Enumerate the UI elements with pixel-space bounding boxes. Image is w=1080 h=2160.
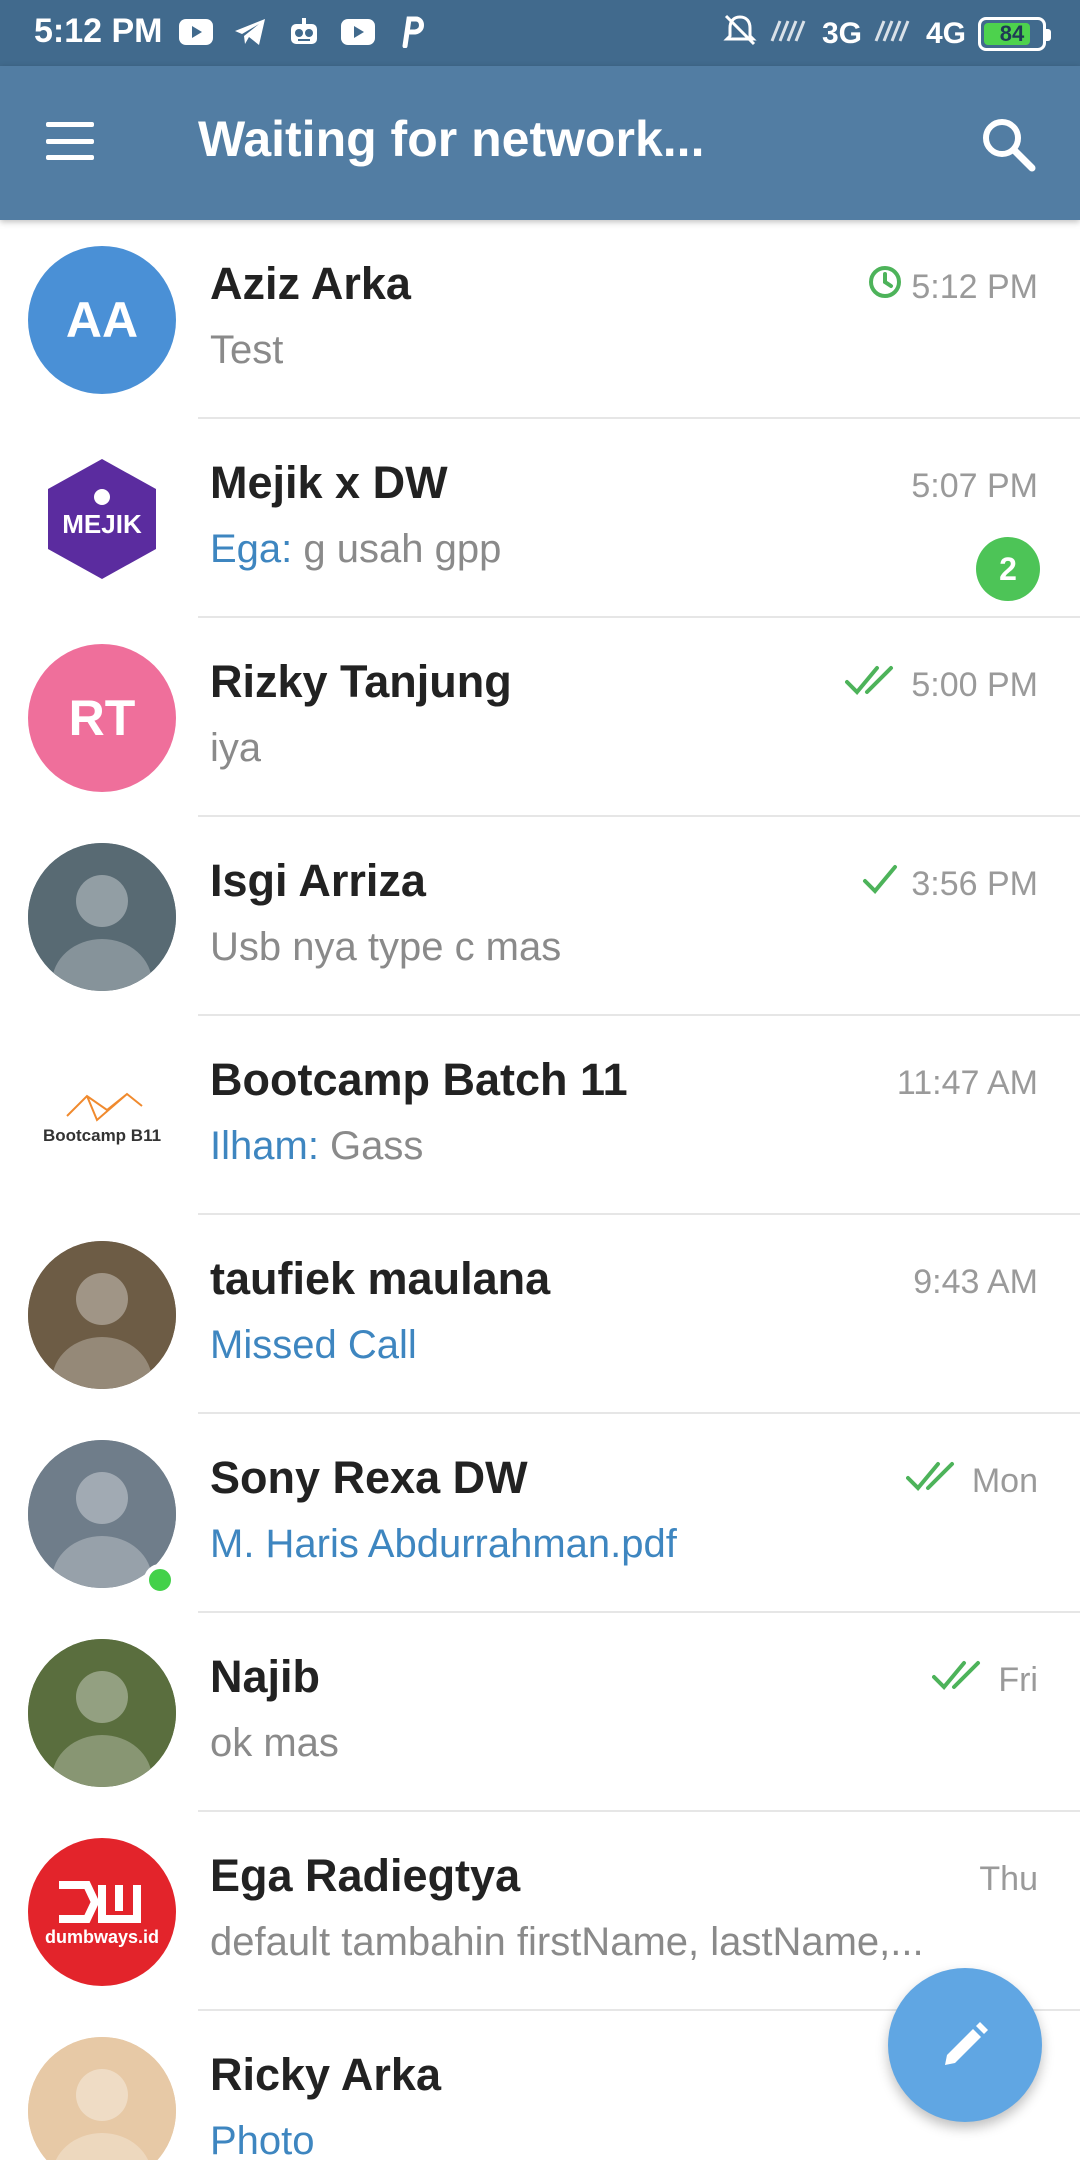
chat-row[interactable]: MEJIK Mejik x DW 5:07 PM Ega: g usah gpp 2 (0, 419, 1080, 618)
network-4g-label: 4G (925, 17, 966, 50)
svg-text:MEJIK: MEJIK (62, 509, 142, 539)
avatar-logo-text: dumbways.id (44, 1926, 160, 1947)
chat-preview: Missed Call (210, 1323, 417, 1368)
chat-time: Mon (971, 1462, 1038, 1500)
signal-icon (770, 15, 810, 53)
chat-name: taufiek maulana (210, 1253, 551, 1304)
battery-level: 84 (999, 21, 1025, 46)
avatar[interactable]: RT (28, 644, 176, 792)
page-title: Waiting for network... (198, 111, 705, 167)
signal-icon (874, 15, 914, 53)
search-icon (983, 119, 1036, 172)
chat-time: 5:07 PM (911, 467, 1038, 505)
chat-name: Najib (210, 1651, 321, 1702)
chat-time: 5:00 PM (911, 666, 1038, 704)
chat-time: Fri (998, 1661, 1038, 1699)
preview-text: iya (210, 726, 262, 770)
avatar[interactable] (28, 1241, 176, 1389)
telegram-icon (232, 14, 268, 50)
status-time: 5:12 PM (34, 12, 163, 50)
chat-name: Isgi Arriza (210, 855, 426, 906)
chat-name: Aziz Arka (210, 258, 411, 309)
chat-time: 3:56 PM (911, 865, 1038, 903)
chat-row[interactable]: AA Aziz Arka 5:12 PM Test (0, 220, 1080, 419)
double-check-icon (932, 1655, 988, 1695)
compose-button[interactable] (888, 1968, 1042, 2122)
chat-time: 11:47 AM (896, 1064, 1038, 1102)
chat-name: Mejik x DW (210, 457, 448, 508)
avatar-initials: AA (65, 292, 139, 348)
chat-row[interactable]: Isgi Arriza 3:56 PM Usb nya type c mas (0, 817, 1080, 1016)
avatar[interactable] (28, 843, 176, 991)
preview-text: Usb nya type c mas (210, 925, 562, 969)
chat-name: Sony Rexa DW (210, 1452, 528, 1503)
preview-text: M. Haris Abdurrahman.pdf (210, 1522, 677, 1566)
chat-preview: default tambahin firstName, lastName,... (210, 1920, 924, 1965)
network-3g-label: 3G (821, 17, 862, 50)
avatar-initials: RT (68, 690, 136, 746)
avatar[interactable] (28, 2037, 176, 2160)
chat-row[interactable]: RT Rizky Tanjung 5:00 PM iya (0, 618, 1080, 817)
youtube-icon (340, 14, 376, 50)
avatar[interactable] (28, 1639, 176, 1787)
preview-text: g usah gpp (292, 527, 502, 571)
chat-preview: Test (210, 328, 283, 373)
chat-preview: Photo (210, 2119, 315, 2160)
status-bar: 5:12 PM 3G 4G 84 (0, 0, 1080, 66)
chat-name: Ricky Arka (210, 2049, 441, 2100)
pencil-icon (945, 2022, 988, 2065)
chat-row[interactable]: Sony Rexa DW Mon M. Haris Abdurrahman.pdf (0, 1414, 1080, 1613)
youtube-icon (178, 14, 214, 50)
app-bar: Waiting for network... (0, 66, 1080, 220)
chat-row[interactable]: Bootcamp B11 Bootcamp Batch 11 11:47 AM Ilh… (0, 1016, 1080, 1215)
chat-name: Rizky Tanjung (210, 656, 512, 707)
robot-icon (286, 14, 322, 50)
preview-text: default tambahin firstName, lastName,... (210, 1920, 924, 1964)
preview-sender: Ega: (210, 527, 293, 571)
preview-text: Missed Call (210, 1323, 417, 1367)
check-icon (845, 859, 901, 899)
chat-time: Thu (979, 1860, 1038, 1898)
battery-icon: 84 (978, 17, 1051, 51)
hamburger-icon-line (46, 155, 94, 160)
search-button[interactable] (976, 112, 1042, 178)
chat-list: AA Aziz Arka 5:12 PM Test MEJIK Mejik x DW 5:0… (0, 220, 1080, 2160)
preview-sender: Ilham: (210, 1124, 319, 1168)
hamburger-icon-line (46, 138, 94, 144)
chat-preview: Ilham: Gass (210, 1124, 423, 1169)
double-check-icon (905, 1456, 962, 1496)
chat-preview: iya (210, 726, 261, 771)
chat-time: 5:12 PM (911, 268, 1038, 306)
avatar[interactable]: Bootcamp B11 (28, 1042, 176, 1190)
avatar[interactable]: AA (28, 246, 176, 394)
chat-preview: Ega: g usah gpp (210, 527, 501, 572)
unread-badge: 2 (976, 537, 1040, 601)
double-check-icon (845, 660, 901, 700)
preview-text: Test (210, 328, 284, 372)
preview-text: ok mas (210, 1721, 339, 1765)
menu-button[interactable] (40, 116, 100, 166)
clock-icon (845, 262, 902, 302)
chat-time: 9:43 AM (913, 1263, 1038, 1301)
avatar[interactable]: dumbways.id (28, 1838, 176, 1986)
avatar[interactable]: MEJIK (28, 445, 176, 593)
status-right: 3G 4G 84 (722, 12, 1051, 56)
chat-preview: ok mas (210, 1721, 339, 1766)
chat-name: Ega Radiegtya (210, 1850, 521, 1901)
hamburger-icon (46, 122, 94, 127)
muted-alarm-icon (722, 12, 758, 56)
avatar-logo-text: Bootcamp B11 (42, 1126, 162, 1145)
notification-icons (178, 14, 430, 50)
preview-text: Photo (210, 2119, 315, 2160)
chat-row[interactable]: Najib Fri ok mas (0, 1613, 1080, 1812)
p-icon (394, 14, 430, 50)
chat-row[interactable]: dumbways.id Ega Radiegtya Thu default tamba… (0, 1812, 1080, 2011)
chat-preview: M. Haris Abdurrahman.pdf (210, 1522, 677, 1567)
chat-name: Bootcamp Batch 11 (210, 1054, 628, 1105)
preview-text: Gass (318, 1124, 424, 1168)
online-indicator (144, 1564, 176, 1596)
chat-preview: Usb nya type c mas (210, 925, 561, 970)
chat-row[interactable]: taufiek maulana 9:43 AM Missed Call (0, 1215, 1080, 1414)
